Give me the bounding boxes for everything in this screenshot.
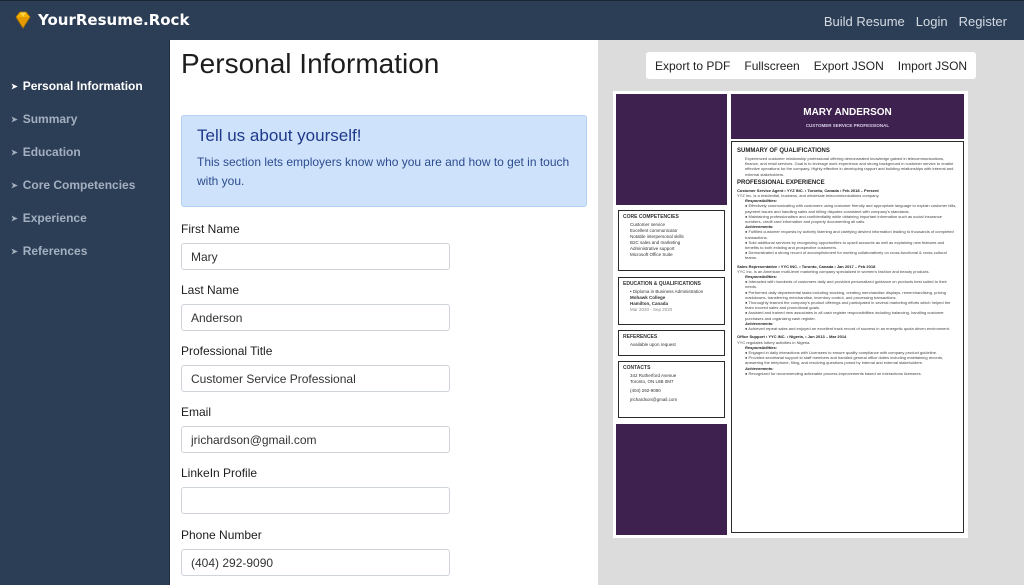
callout-text: This section lets employers know who you… [197,155,570,188]
nav-register[interactable]: Register [959,14,1007,29]
personal-info-form: Personal Information Tell us about yours… [170,40,598,585]
chevron-right-icon: ➤ [11,213,18,223]
nav-login[interactable]: Login [916,14,948,29]
summary-text: Experienced customer relationship profes… [745,156,954,177]
resume-accent-block-top [616,94,727,205]
references-title: REFERENCES [623,334,658,340]
competency-item: Microsoft Office Suite [630,252,673,257]
education-dates: Mar 2020 - Sep 2020 [630,307,673,312]
preview-toolbar: Export to PDF Fullscreen Export JSON Imp… [646,52,977,79]
sidebar-item-references[interactable]: ➤ References [11,244,87,258]
sidebar-item-label: References [22,244,88,258]
sidebar-item-summary[interactable]: ➤ Summary [11,112,77,126]
email-label: Email [181,405,212,419]
job-ach-item: ● Fulfilled customer requests by activel… [745,229,954,240]
references-text: Available upon request [630,342,676,347]
resume-header: MARY ANDERSON CUSTOMER SERVICE PROFESSIO… [731,94,964,139]
summary-title: SUMMARY OF QUALIFICATIONS [737,148,830,154]
chevron-right-icon: ➤ [11,180,18,190]
job-ach-item: ● Sold additional services by recognizin… [745,239,945,251]
contact-address-line2: Toronto, ON L6B 0M7 [630,379,674,384]
job-ach-item: ● Achieved repeat sales and enjoyed an e… [745,326,950,332]
chevron-right-icon: ➤ [11,81,18,91]
resume-page: CORE COMPETENCIES Customer service Excel… [613,91,968,538]
resume-accent-block-bottom [616,424,727,535]
phone-number-field[interactable] [181,549,450,576]
sidebar-item-core-competencies[interactable]: ➤ Core Competencies [11,178,135,192]
info-callout: Tell us about yourself! This section let… [181,115,587,207]
experience-title: PROFESSIONAL EXPERIENCE [737,179,825,186]
professional-title-field[interactable] [181,365,450,392]
contacts-box: CONTACTS 342 Rutherford Avenue Toronto, … [618,361,725,418]
chevron-right-icon: ➤ [11,246,18,256]
sidebar-item-personal-information[interactable]: ➤ Personal Information [11,79,143,93]
chevron-right-icon: ➤ [11,147,18,157]
first-name-field[interactable] [181,243,450,270]
contacts-title: CONTACTS [623,365,651,371]
sidebar-item-experience[interactable]: ➤ Experience [11,211,87,225]
linkedin-profile-label: LinkeIn Profile [181,466,258,480]
first-name-label: First Name [181,222,240,236]
resume-name: MARY ANDERSON [803,107,892,118]
phone-number-label: Phone Number [181,528,262,542]
import-json-button[interactable]: Import JSON [891,52,974,79]
nav-links: Build Resume Login Register [824,14,1007,29]
chevron-right-icon: ➤ [11,114,18,124]
sidebar-item-label: Summary [22,112,78,126]
diamond-icon [15,11,31,29]
page-title: Personal Information [181,48,440,79]
sidebar-item-label: Core Competencies [22,178,136,192]
core-competencies-box: CORE COMPETENCIES Customer service Excel… [618,210,725,271]
sidebar: ➤ Personal Information ➤ Summary ➤ Educa… [0,40,170,585]
last-name-label: Last Name [181,283,240,297]
job-resp-item: ● Thoroughly learned the company's produ… [745,300,951,311]
education-title: EDUCATION & QUALIFICATIONS [623,281,701,287]
sidebar-item-label: Education [22,145,81,159]
job-resp-item: ● Provided secretarial support to staff … [745,355,944,366]
core-competencies-title: CORE COMPETENCIES [623,214,679,220]
contact-email: jrichardson@gmail.com [630,397,678,402]
job-resp-item: ● Effectively communicating with custome… [745,203,957,214]
linkedin-profile-field[interactable] [181,487,450,514]
top-navbar: YourResume.Rock Build Resume Login Regis… [0,0,1024,40]
job-resp-item: ● Interacted with hundreds of customers … [745,279,947,290]
brand-name: YourResume.Rock [38,11,190,29]
references-box: REFERENCES Available upon request [618,330,725,356]
fullscreen-button[interactable]: Fullscreen [738,52,806,79]
resume-title: CUSTOMER SERVICE PROFESSIONAL [805,123,890,128]
callout-title: Tell us about yourself! [197,126,362,145]
job-ach-item: ● Recognized for recommending actionable… [745,370,922,376]
job-ach-item: ● Demonstrated a strong record of accomp… [745,250,947,261]
export-pdf-button[interactable]: Export to PDF [649,52,737,79]
sidebar-item-education[interactable]: ➤ Education [11,145,81,159]
professional-title-label: Professional Title [181,344,273,358]
export-json-button[interactable]: Export JSON [807,52,890,79]
email-field[interactable] [181,426,450,453]
job-resp-item: ● Assisted and trained new associates in… [745,310,944,321]
education-box: EDUCATION & QUALIFICATIONS • Diploma in … [618,277,725,325]
sidebar-item-label: Experience [22,211,87,225]
resume-main-column: SUMMARY OF QUALIFICATIONS Experienced cu… [731,141,964,533]
sidebar-item-label: Personal Information [22,79,143,93]
resume-preview-pane: Export to PDF Fullscreen Export JSON Imp… [598,40,1024,585]
job-resp-item: ● Maintaining professionalism and confid… [745,213,942,225]
last-name-field[interactable] [181,304,450,331]
nav-build-resume[interactable]: Build Resume [824,14,905,29]
job-resp-item: ● Performed daily departmental tasks inc… [745,289,946,300]
contact-phone: (404) 292-9090 [630,388,661,393]
brand-link[interactable]: YourResume.Rock [12,9,189,31]
